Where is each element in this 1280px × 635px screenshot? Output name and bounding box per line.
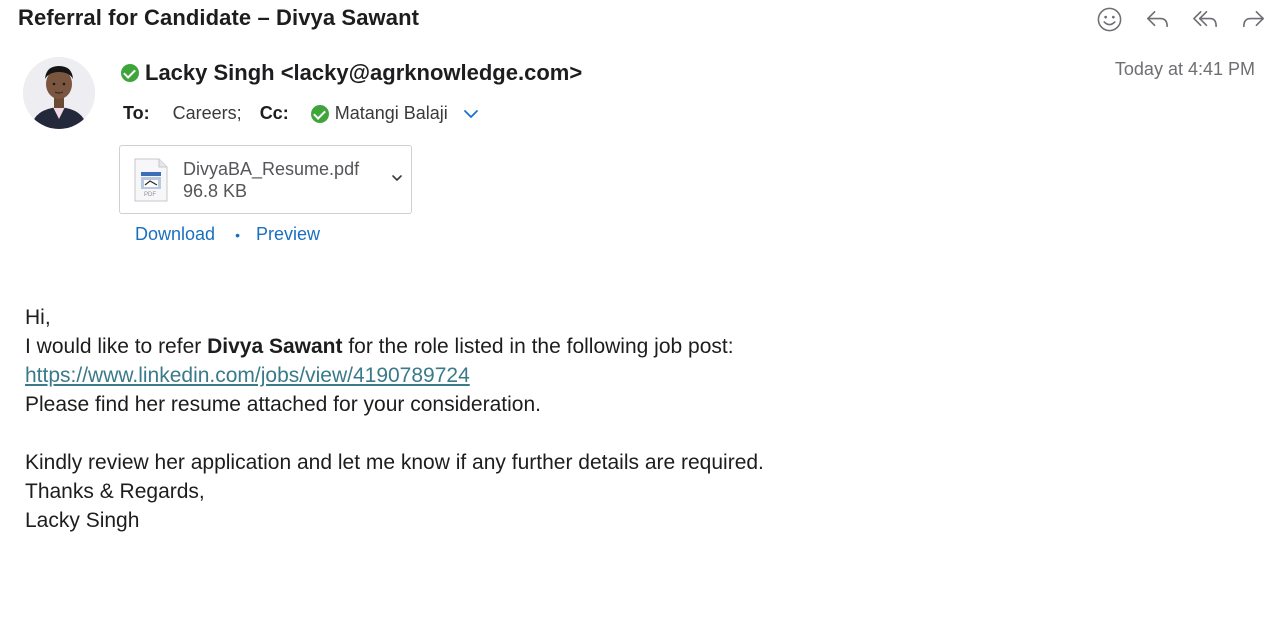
chevron-down-icon[interactable] [389, 170, 405, 186]
email-subject: Referral for Candidate – Divya Sawant [18, 5, 420, 30]
reply-all-button[interactable] [1186, 4, 1224, 34]
referral-text-pre: I would like to refer [25, 335, 208, 358]
email-timestamp: Today at 4:41 PM [1114, 59, 1255, 79]
pdf-type-label: PDF [144, 191, 156, 198]
body-line-review: Kindly review her application and let me… [25, 451, 764, 474]
body-line-regards: Thanks & Regards, [25, 480, 205, 503]
pdf-file-icon: PDF [133, 158, 169, 202]
emoji-reaction-button[interactable] [1090, 4, 1128, 34]
attachment-size: 96.8 KB [183, 180, 248, 201]
download-link[interactable]: Download [135, 224, 215, 245]
forward-button[interactable] [1234, 4, 1272, 34]
sender-name[interactable]: Lacky Singh <lacky@agrknowledge.com> [145, 60, 582, 86]
reply-all-icon [1192, 10, 1217, 27]
sender-row[interactable]: Lacky Singh <lacky@agrknowledge.com> [121, 60, 582, 86]
to-label: To: [123, 103, 150, 123]
body-line-referral: I would like to refer Divya Sawant for t… [25, 332, 764, 361]
cc-recipient-name: Matangi Balaji [334, 103, 448, 123]
candidate-name: Divya Sawant [207, 335, 343, 358]
job-post-link[interactable]: https://www.linkedin.com/jobs/view/41907… [25, 364, 470, 387]
online-status-icon [121, 64, 139, 82]
chevron-down-icon [463, 109, 478, 118]
reply-button[interactable] [1138, 4, 1176, 34]
sender-avatar[interactable] [23, 57, 95, 129]
attachment-card[interactable]: PDF DivyaBA_Resume.pdf 96.8 KB [119, 145, 412, 214]
person-photo-icon [23, 57, 95, 129]
action-separator: • [235, 226, 240, 243]
greeting: Hi, [25, 306, 51, 329]
email-body: Hi, I would like to refer Divya Sawant f… [25, 303, 764, 535]
body-line-resume: Please find her resume attached for your… [25, 393, 541, 416]
recipients-row: To: Careers; Cc: Matangi Balaji [123, 103, 480, 124]
reply-icon [1146, 10, 1168, 27]
referral-text-post: for the role listed in the following job… [342, 335, 734, 358]
emoji-icon [1097, 7, 1121, 31]
forward-icon [1242, 10, 1264, 27]
to-recipient[interactable]: Careers; [173, 103, 242, 124]
preview-link[interactable]: Preview [256, 224, 320, 245]
attachment-filename: DivyaBA_Resume.pdf [183, 158, 360, 179]
signature-name: Lacky Singh [25, 509, 140, 532]
expand-recipients-button[interactable] [462, 105, 480, 123]
attachment-info: DivyaBA_Resume.pdf 96.8 KB [183, 158, 359, 202]
attachment-actions: Download • Preview [135, 224, 320, 245]
cc-recipient[interactable]: Matangi Balaji [310, 103, 448, 124]
message-toolbar [1090, 4, 1272, 34]
cc-label: Cc: [259, 103, 289, 123]
online-status-icon [310, 104, 329, 123]
